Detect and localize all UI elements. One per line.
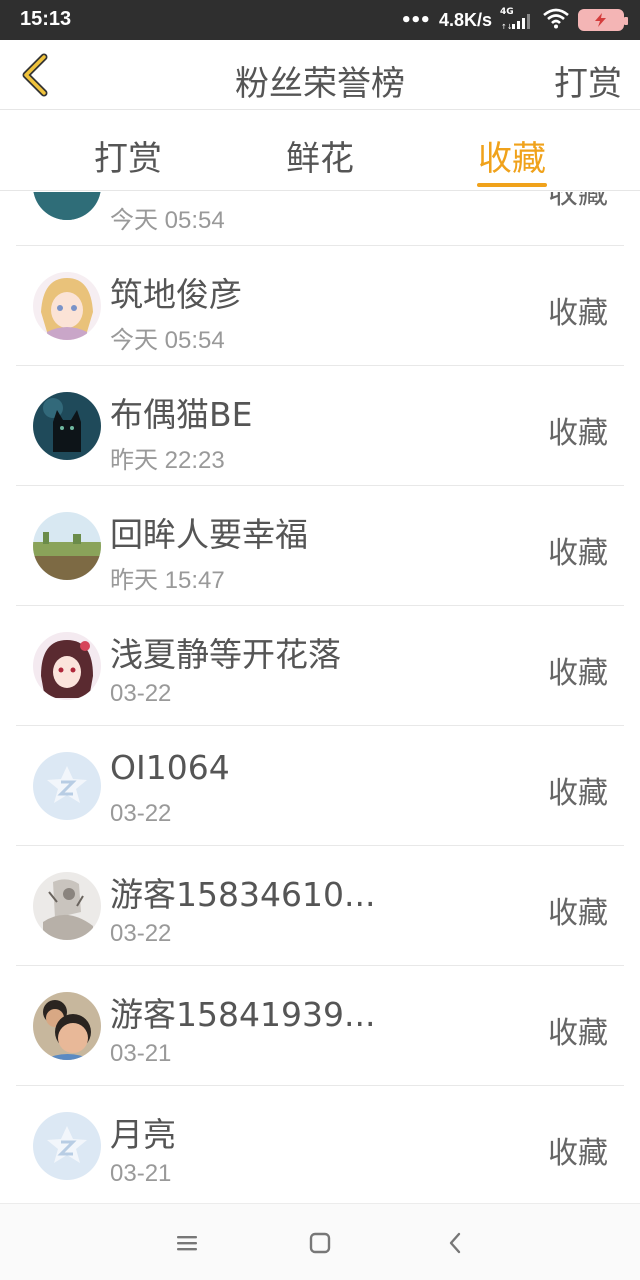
fan-name: OI1064 [110, 748, 230, 787]
list-item[interactable]: 游客15841939... 03-21 收藏 [16, 966, 624, 1086]
tab-bar: 打赏 鲜花 收藏 [0, 111, 640, 191]
list-item[interactable]: 今天 05:54 收藏 [16, 192, 624, 246]
fan-name: 筑地俊彦 [110, 275, 242, 314]
fan-time: 03-22 [110, 800, 172, 827]
fan-time: 今天 05:54 [110, 207, 225, 234]
avatar[interactable] [33, 272, 101, 340]
fan-action-label: 收藏 [548, 416, 608, 451]
menu-icon [177, 1236, 197, 1251]
network-type: 4G [500, 7, 514, 17]
tab-flowers[interactable]: 鲜花 [260, 131, 380, 180]
list-item[interactable]: 布偶猫BE 昨天 22:23 收藏 [16, 366, 624, 486]
fan-action-label: 收藏 [548, 536, 608, 571]
list-item[interactable]: 筑地俊彦 今天 05:54 收藏 [16, 246, 624, 366]
list-item[interactable]: 回眸人要幸福 昨天 15:47 收藏 [16, 486, 624, 606]
fan-time: 昨天 15:47 [110, 567, 225, 594]
system-nav-bar [0, 1203, 640, 1280]
home-square-icon [309, 1232, 331, 1254]
fan-action-label: 收藏 [548, 1136, 608, 1171]
avatar[interactable] [33, 1112, 101, 1180]
status-time: 15:13 [20, 8, 72, 30]
fan-name: 回眸人要幸福 [110, 515, 308, 554]
fan-time: 03-22 [110, 920, 172, 947]
fan-action-label: 收藏 [548, 192, 608, 211]
wifi-icon [542, 7, 570, 33]
home-button[interactable] [303, 1226, 337, 1260]
avatar[interactable] [33, 512, 101, 580]
battery-charging-icon [578, 9, 628, 31]
fan-action-label: 收藏 [548, 1016, 608, 1051]
avatar[interactable] [33, 752, 101, 820]
fan-time: 今天 05:54 [110, 327, 225, 354]
fan-action-label: 收藏 [548, 656, 608, 691]
fan-action-label: 收藏 [548, 896, 608, 931]
tab-reward[interactable]: 打赏 [68, 131, 188, 180]
fan-time: 03-21 [110, 1160, 172, 1187]
page-title: 粉丝荣誉榜 [235, 64, 405, 104]
notification-dots-icon: ••• [400, 9, 430, 31]
fan-name: 游客15841939... [110, 995, 376, 1034]
fan-name: 月亮 [110, 1115, 176, 1154]
fan-name: 游客15834610... [110, 875, 376, 914]
avatar[interactable] [33, 992, 101, 1060]
avatar[interactable] [33, 632, 101, 700]
status-bar: 15:13 ••• 4.8K/s 4G ↑↓ [0, 0, 640, 40]
list-item[interactable]: 月亮 03-21 收藏 [16, 1086, 624, 1202]
system-back-button[interactable] [438, 1226, 472, 1260]
cellular-signal-icon: 4G ↑↓ [500, 7, 534, 30]
menu-button[interactable] [170, 1226, 204, 1260]
avatar[interactable] [33, 192, 101, 220]
list-item[interactable]: OI1064 03-22 收藏 [16, 726, 624, 846]
back-triangle-icon [449, 1232, 461, 1254]
fan-time: 03-22 [110, 680, 172, 707]
fan-name: 布偶猫BE [110, 395, 253, 434]
avatar[interactable] [33, 392, 101, 460]
fan-action-label: 收藏 [548, 776, 608, 811]
fan-time: 03-21 [110, 1040, 172, 1067]
avatar[interactable] [33, 872, 101, 940]
fan-action-label: 收藏 [548, 296, 608, 331]
app-header: 粉丝荣誉榜 打赏 [0, 40, 640, 110]
fan-name: 浅夏静等开花落 [110, 635, 341, 674]
tab-favorites[interactable]: 收藏 [452, 131, 572, 180]
fan-time: 昨天 22:23 [110, 447, 225, 474]
reward-button[interactable]: 打赏 [554, 56, 622, 105]
svg-text:↑↓: ↑↓ [501, 23, 513, 30]
list-item[interactable]: 浅夏静等开花落 03-22 收藏 [16, 606, 624, 726]
list-item[interactable]: 游客15834610... 03-22 收藏 [16, 846, 624, 966]
active-tab-indicator [477, 183, 547, 187]
net-speed: 4.8K/s [438, 9, 492, 30]
status-indicators: ••• 4.8K/s 4G ↑↓ [400, 6, 628, 34]
fan-list: 今天 05:54 收藏 筑地俊彦 今天 05:54 收藏 布偶猫BE 昨天 22… [0, 192, 640, 1202]
fan-list-viewport[interactable]: 今天 05:54 收藏 筑地俊彦 今天 05:54 收藏 布偶猫BE 昨天 22… [0, 192, 640, 1202]
